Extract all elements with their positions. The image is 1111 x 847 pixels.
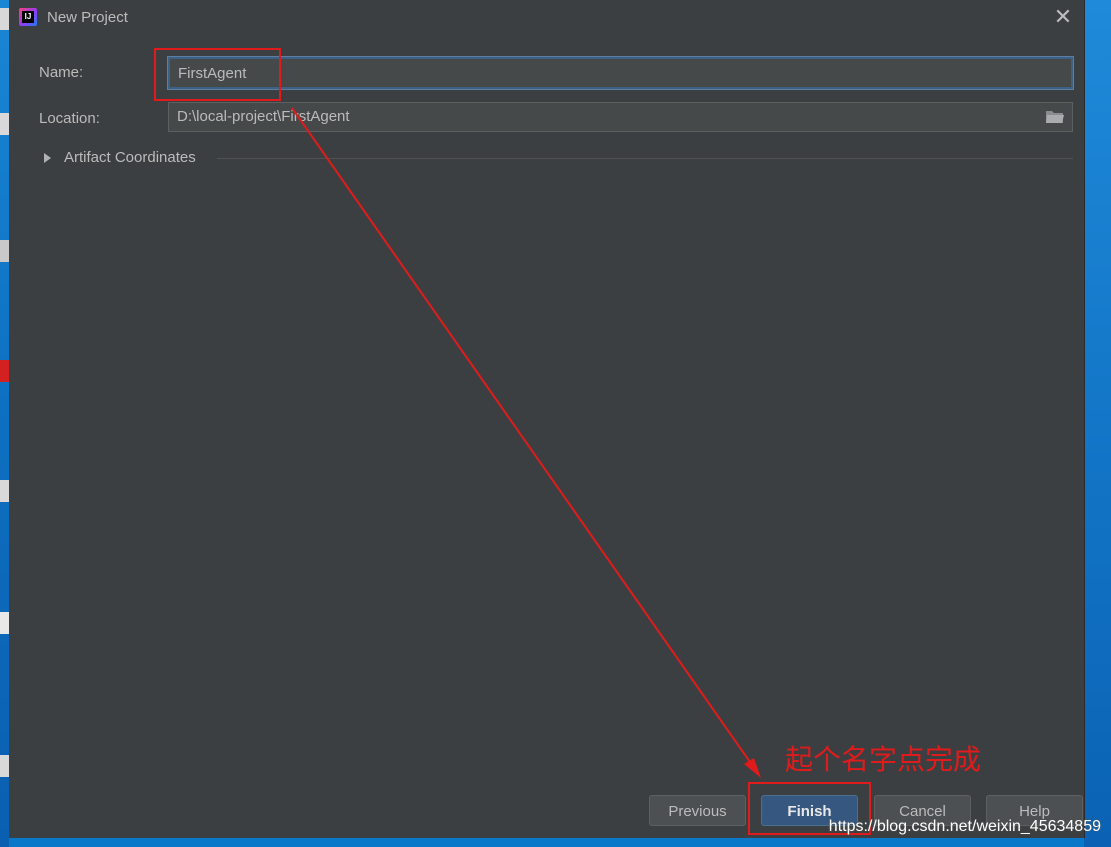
annotation-arrow xyxy=(291,107,761,778)
annotation-text: 起个名字点完成 xyxy=(785,743,982,776)
watermark: https://blog.csdn.net/weixin_45634859 xyxy=(828,818,1101,835)
